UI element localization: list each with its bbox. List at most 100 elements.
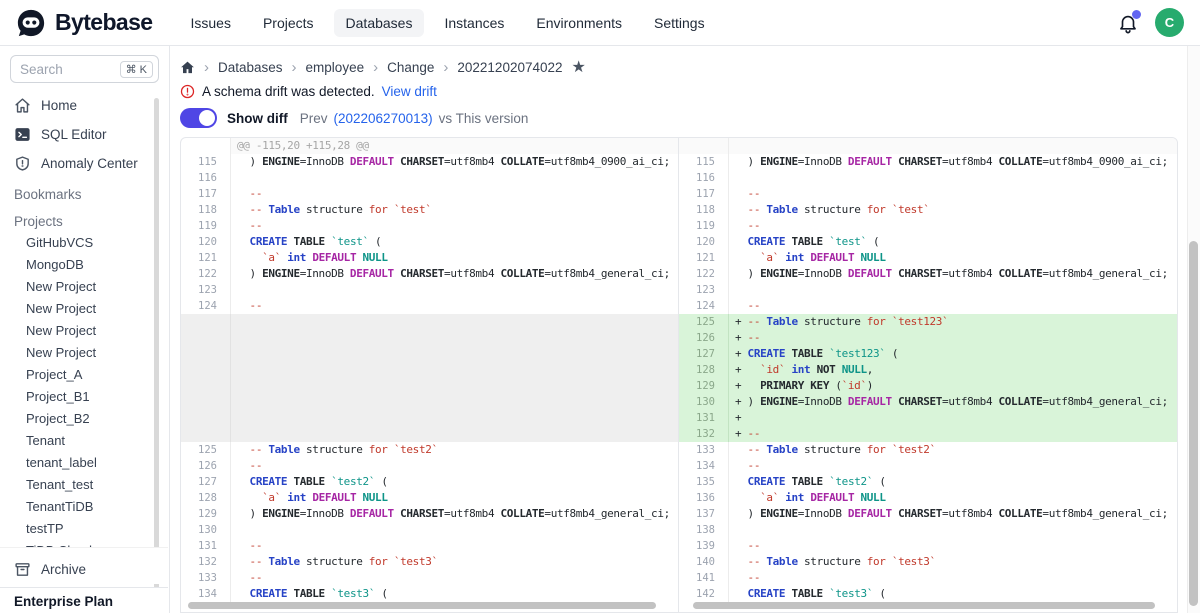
code-line: -- — [231, 298, 678, 314]
line-number: 116 — [679, 170, 729, 186]
code-line: -- Table structure for `test` — [729, 202, 1177, 218]
code-line: ) ENGINE=InnoDB DEFAULT CHARSET=utf8mb4 … — [231, 506, 678, 522]
line-number: 132 — [679, 426, 729, 442]
nav-right: C — [1117, 8, 1184, 37]
horizontal-scrollbar-left[interactable] — [188, 602, 656, 609]
code-line: -- — [729, 538, 1177, 554]
nav-item-settings[interactable]: Settings — [642, 9, 717, 37]
diff-row: 137 ) ENGINE=InnoDB DEFAULT CHARSET=utf8… — [679, 506, 1177, 522]
main-nav: Issues Projects DatabasesInstances Environm… — [178, 9, 716, 37]
code-line: + — [729, 410, 1177, 426]
project-item-tenant-label[interactable]: tenant_label — [0, 452, 169, 474]
code-line: -- Table structure for `test3` — [231, 554, 678, 570]
sidebar-item-home[interactable]: Home — [0, 91, 169, 120]
toggle-label: Show diff — [227, 111, 288, 126]
sidebar-item-archive[interactable]: Archive — [0, 555, 168, 584]
project-item-tenant-test[interactable]: Tenant_test — [0, 474, 169, 496]
project-item-project-a[interactable]: Project_A — [0, 364, 169, 386]
project-item-project-b1[interactable]: Project_B1 — [0, 386, 169, 408]
project-item-tenanttidb[interactable]: TenantTiDB — [0, 496, 169, 518]
home-icon[interactable] — [180, 60, 195, 75]
project-item-new-project[interactable]: New Project — [0, 320, 169, 342]
breadcrumb-item-employee[interactable]: employee — [306, 60, 365, 75]
avatar[interactable]: C — [1155, 8, 1184, 37]
code-line — [231, 394, 678, 410]
project-item-project-b2[interactable]: Project_B2 — [0, 408, 169, 430]
search-input[interactable] — [20, 62, 100, 77]
diff-row: 130+ ) ENGINE=InnoDB DEFAULT CHARSET=utf… — [679, 394, 1177, 410]
brand-text: Bytebase — [55, 9, 152, 36]
code-line: ) ENGINE=InnoDB DEFAULT CHARSET=utf8mb4 … — [231, 266, 678, 282]
line-number: 133 — [181, 570, 231, 586]
line-number: 123 — [181, 282, 231, 298]
bytebase-logo[interactable]: Bytebase — [16, 8, 152, 38]
archive-section: Archive — [0, 547, 168, 584]
code-line — [231, 522, 678, 538]
prev-version-link[interactable]: (202206270013) — [334, 111, 433, 126]
line-number — [181, 362, 231, 378]
sidebar-scrollbar[interactable] — [154, 98, 159, 592]
code-line: ) ENGINE=InnoDB DEFAULT CHARSET=utf8mb4 … — [729, 266, 1177, 282]
line-number: 130 — [181, 522, 231, 538]
code-line — [231, 378, 678, 394]
line-number: 139 — [679, 538, 729, 554]
diff-row: 129 ) ENGINE=InnoDB DEFAULT CHARSET=utf8… — [181, 506, 678, 522]
diff-row: 129+ PRIMARY KEY (`id`) — [679, 378, 1177, 394]
view-drift-link[interactable]: View drift — [382, 84, 437, 99]
line-number: 138 — [679, 522, 729, 538]
chevron-right-icon: › — [204, 60, 209, 75]
code-line: + `id` int NOT NULL, — [729, 362, 1177, 378]
line-number: 125 — [679, 314, 729, 330]
line-number: 137 — [679, 506, 729, 522]
star-icon[interactable]: ★ — [572, 60, 586, 76]
horizontal-scrollbar-right[interactable] — [693, 602, 1155, 609]
breadcrumb-item-20221202074022[interactable]: 20221202074022 — [457, 60, 562, 75]
project-item-tenant[interactable]: Tenant — [0, 430, 169, 452]
diff-row — [679, 138, 1177, 154]
diff-row: 123 — [679, 282, 1177, 298]
diff-row: 128+ `id` int NOT NULL, — [679, 362, 1177, 378]
nav-item-issues[interactable]: Issues — [178, 9, 242, 37]
code-line: -- Table structure for `test2` — [729, 442, 1177, 458]
nav-item-databases[interactable]: Databases — [334, 9, 425, 37]
diff-row: 128 `a` int DEFAULT NULL — [181, 490, 678, 506]
diff-row — [181, 426, 678, 442]
prev-prefix: Prev — [300, 111, 328, 126]
line-number: 127 — [679, 346, 729, 362]
sidebar-item-sql-editor[interactable]: SQL Editor — [0, 120, 169, 149]
top-nav: Bytebase Issues Projects DatabasesInstance… — [0, 0, 1200, 46]
diff-row: 142 CREATE TABLE `test3` ( — [679, 586, 1177, 602]
notifications-button[interactable] — [1117, 12, 1139, 34]
sql-editor-icon — [14, 126, 31, 143]
sidebar-item-anomaly-center[interactable]: Anomaly Center — [0, 149, 169, 178]
diff-pane-left: @@ -115,20 +115,28 @@115 ) ENGINE=InnoDB… — [181, 138, 679, 612]
diff-row: 120 CREATE TABLE `test` ( — [181, 234, 678, 250]
project-item-githubvcs[interactable]: GitHubVCS — [0, 232, 169, 254]
nav-item-environments[interactable]: Environments — [524, 9, 634, 37]
alert-text: A schema drift was detected. — [202, 84, 375, 99]
diff-row: 139 -- — [679, 538, 1177, 554]
diff-row: 119 -- — [181, 218, 678, 234]
line-number: 117 — [679, 186, 729, 202]
breadcrumb-item-databases[interactable]: Databases — [218, 60, 283, 75]
line-number: 129 — [679, 378, 729, 394]
diff-row: 138 — [679, 522, 1177, 538]
code-line: + -- Table structure for `test123` — [729, 314, 1177, 330]
project-item-new-project[interactable]: New Project — [0, 342, 169, 364]
diff-row: 132 -- Table structure for `test3` — [181, 554, 678, 570]
project-item-mongodb[interactable]: MongoDB — [0, 254, 169, 276]
page-scrollbar-thumb[interactable] — [1189, 241, 1198, 606]
nav-item-instances[interactable]: Instances — [432, 9, 516, 37]
project-item-new-project[interactable]: New Project — [0, 298, 169, 320]
code-line — [231, 330, 678, 346]
diff-row: 123 — [181, 282, 678, 298]
line-number: 119 — [679, 218, 729, 234]
diff-row: 120 CREATE TABLE `test` ( — [679, 234, 1177, 250]
nav-item-projects[interactable]: Projects — [251, 9, 326, 37]
drift-alert: A schema drift was detected. View drift — [180, 81, 1178, 102]
project-item-new-project[interactable]: New Project — [0, 276, 169, 298]
code-line: + -- — [729, 426, 1177, 442]
show-diff-toggle[interactable] — [180, 108, 217, 128]
project-item-testtp[interactable]: testTP — [0, 518, 169, 540]
breadcrumb-item-change[interactable]: Change — [387, 60, 434, 75]
